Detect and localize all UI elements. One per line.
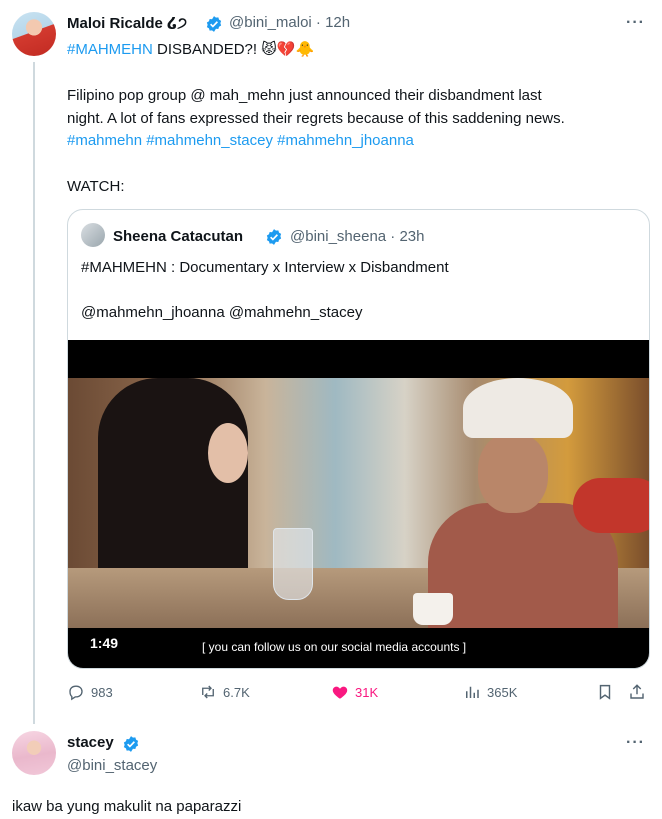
reply-text: ikaw ba yung makulit na paparazzi xyxy=(12,798,242,815)
more-options-icon[interactable]: ··· xyxy=(626,14,645,32)
author-name[interactable]: Maloi Ricalde ໒੭ xyxy=(67,14,187,32)
tweet-text-line: WATCH: xyxy=(67,178,125,195)
views-button[interactable]: 365K xyxy=(463,683,517,701)
like-count: 31K xyxy=(355,684,379,700)
repost-count: 6.7K xyxy=(223,684,250,700)
bookmark-button[interactable] xyxy=(596,683,614,701)
share-button[interactable] xyxy=(628,683,646,701)
verified-badge-icon xyxy=(266,229,282,245)
video-duration: 1:49 xyxy=(90,635,119,651)
hashtag-links[interactable]: #mahmehn #mahmehn_stacey #mahmehn_jhoann… xyxy=(67,129,414,152)
tweet-headline: #MAHMEHN DISBANDED?! 😾💔🐥 xyxy=(67,41,315,58)
video-player[interactable]: 1:49 [ you can follow us on our social m… xyxy=(68,340,649,668)
bookmark-icon xyxy=(599,684,611,700)
share-icon xyxy=(630,684,644,699)
quoted-text-line: #MAHMEHN : Documentary x Interview x Dis… xyxy=(81,259,449,276)
repost-button[interactable]: 6.7K xyxy=(199,683,250,701)
reply-author-name[interactable]: stacey xyxy=(67,734,114,751)
reply-count: 983 xyxy=(91,684,113,700)
like-button[interactable]: 31K xyxy=(331,683,378,701)
author-handle-time[interactable]: @bini_maloi · 12h xyxy=(229,14,350,31)
views-chart-icon xyxy=(466,686,479,698)
verified-badge-icon xyxy=(123,736,139,752)
quoted-tweet[interactable]: Sheena Catacutan @bini_sheena · 23h #MAH… xyxy=(67,209,650,669)
reply-author-handle[interactable]: @bini_stacey xyxy=(67,757,157,774)
quoted-author-name[interactable]: Sheena Catacutan xyxy=(113,228,243,245)
quoted-author-avatar[interactable] xyxy=(81,223,105,247)
video-frame xyxy=(68,378,649,628)
reply-icon xyxy=(69,685,83,701)
views-count: 365K xyxy=(487,684,518,700)
tweet-text-line: night. A lot of fans expressed their reg… xyxy=(67,110,565,127)
repost-icon xyxy=(202,685,214,699)
quoted-author-handle-time[interactable]: @bini_sheena · 23h xyxy=(290,228,425,245)
heart-icon xyxy=(332,686,348,699)
video-caption: [ you can follow us on our social media … xyxy=(202,640,467,654)
more-options-icon[interactable]: ··· xyxy=(626,734,645,752)
reply-author-avatar[interactable] xyxy=(12,731,56,775)
thread-line xyxy=(33,62,35,724)
hashtag-link[interactable]: #MAHMEHN xyxy=(67,41,153,58)
tweet-text-line: Filipino pop group @ mah_mehn just annou… xyxy=(67,87,542,104)
author-avatar[interactable] xyxy=(12,12,56,56)
quoted-mentions: @mahmehn_jhoanna @mahmehn_stacey xyxy=(81,304,363,321)
reply-button[interactable]: 983 xyxy=(67,683,113,701)
verified-badge-icon xyxy=(206,16,222,32)
